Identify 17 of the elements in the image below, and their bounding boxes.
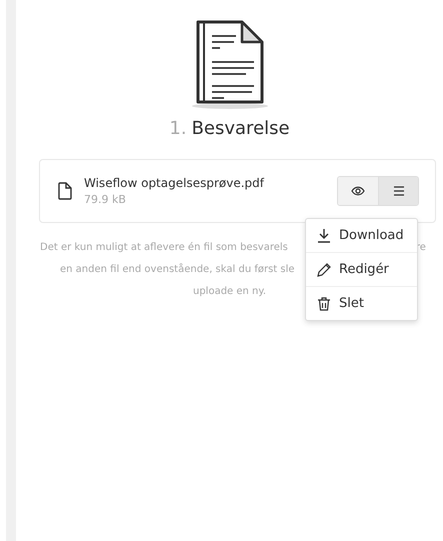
file-icon — [58, 182, 72, 200]
file-name: Wiseflow optagelsesprøve.pdf — [84, 176, 266, 190]
trash-icon — [316, 296, 332, 312]
menu-item[interactable]: Slet — [306, 286, 417, 320]
note-text: uploade en ny. — [193, 286, 266, 296]
download-icon — [316, 228, 332, 244]
menu-item[interactable]: Download — [306, 219, 417, 252]
eye-icon — [351, 186, 365, 196]
note-text: en anden fil end ovenstående, skal du først sle — [60, 264, 295, 274]
pencil-icon — [316, 262, 332, 278]
file-size: 79.9 kB — [84, 193, 127, 206]
preview-button[interactable] — [338, 177, 378, 205]
menu-button[interactable] — [378, 177, 418, 205]
note-text: Det er kun muligt at aflevere én fil som besvarels — [40, 242, 288, 252]
section-title: 1. Besvarelse — [169, 118, 290, 139]
menu-item[interactable]: Redigér — [306, 252, 417, 286]
menu-icon — [392, 186, 404, 196]
